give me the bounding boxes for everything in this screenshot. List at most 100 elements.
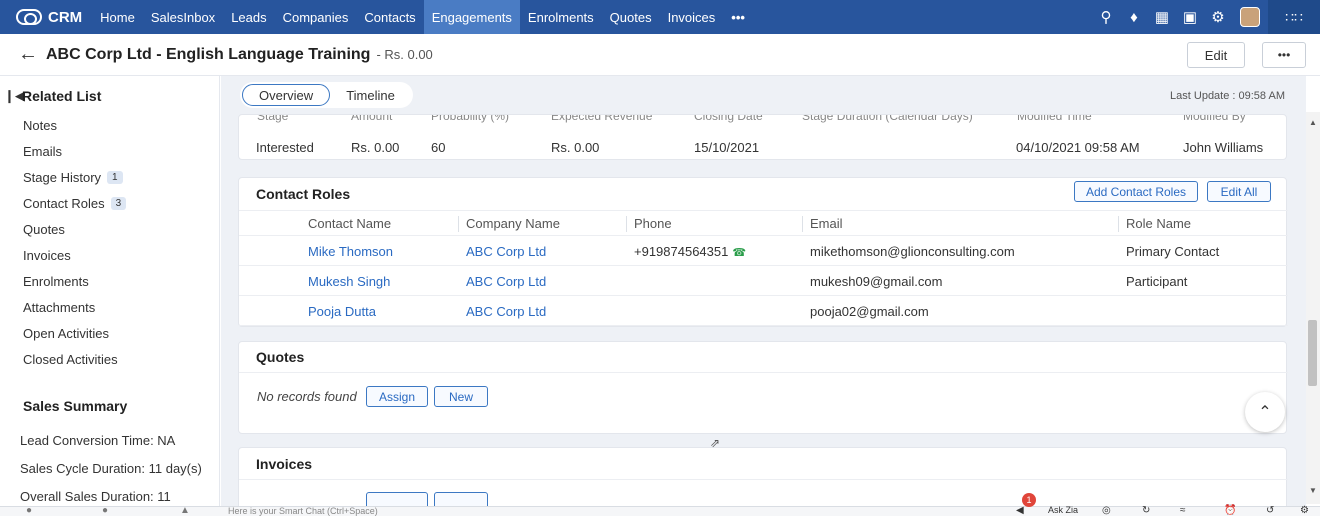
sidebar-item-enrolments[interactable]: Enrolments [23,274,89,289]
stage-history-column-header: Expected Revenue [551,114,653,123]
nav-item-enrolments[interactable]: Enrolments [520,0,602,34]
contact-name-link[interactable]: Pooja Dutta [308,304,376,319]
sidebar-item-contact-roles[interactable]: Contact Roles 3 [23,196,127,211]
crm-logo[interactable]: CRM [0,0,92,34]
nav-item-quotes[interactable]: Quotes [602,0,660,34]
history-icon[interactable]: ↺ [1266,505,1274,516]
add-contact-roles-button[interactable]: Add Contact Roles [1074,181,1198,202]
calendar-add-icon[interactable]: ▦ [1148,0,1176,34]
contact-roles-column-header[interactable]: Role Name [1126,216,1191,231]
column-divider[interactable] [626,216,627,232]
quotes-assign-button[interactable]: Assign [366,386,428,407]
invoices-card: Invoices [238,447,1288,506]
sidebar-item-quotes[interactable]: Quotes [23,222,65,237]
smart-chat-input[interactable]: Here is your Smart Chat (Ctrl+Space) [228,506,378,516]
announcement-icon[interactable]: ◀ [1016,505,1024,516]
sidebar-item-emails[interactable]: Emails [23,144,62,159]
column-divider[interactable] [458,216,459,232]
edit-all-button[interactable]: Edit All [1207,181,1271,202]
column-divider[interactable] [802,216,803,232]
scroll-up-arrow-icon[interactable]: ▲ [1309,118,1317,127]
user-icon[interactable]: ▲ [180,505,190,516]
ask-zia-button[interactable]: Ask Zia [1048,505,1078,515]
sidebar-item-closed-activities[interactable]: Closed Activities [23,352,118,367]
phone-call-icon[interactable]: ☎ [732,247,746,259]
cell-text: pooja02@gmail.com [810,304,929,319]
contact-roles-title: Contact Roles [256,186,351,202]
contact-roles-column-header[interactable]: Company Name [466,216,560,231]
scroll-to-top-button[interactable]: ⌃ [1245,392,1285,432]
nav-item-invoices[interactable]: Invoices [660,0,724,34]
company-name-link[interactable]: ABC Corp Ltd [466,244,546,259]
gear-icon[interactable]: ⚙ [1204,0,1232,34]
table-row[interactable]: Mike Thomson ABC Corp Ltd +919874564351 ☎ mi… [239,236,1288,266]
invoices-new-button[interactable] [434,492,488,506]
user-avatar[interactable] [1240,7,1260,27]
nav-item-engagements[interactable]: Engagements [423,0,520,34]
contact-roles-column-header[interactable]: Contact Name [308,216,391,231]
nav-item-home[interactable]: Home [92,0,143,34]
calendar-icon[interactable]: ▣ [1176,0,1204,34]
contact-name-link[interactable]: Mike Thomson [308,244,393,259]
column-divider[interactable] [1118,216,1119,232]
company-name-link[interactable]: ABC Corp Ltd [466,304,546,319]
nav-item-companies[interactable]: Companies [275,0,357,34]
sidebar-item-open-activities[interactable]: Open Activities [23,326,109,341]
sidebar-item-label: Stage History [23,170,102,185]
stage-history-cell: 15/10/2021 [694,140,760,155]
mouse-cursor-icon: ⇗ [710,436,721,450]
table-row[interactable]: Pooja Dutta ABC Corp Ltd pooja02@gmail.com [239,296,1288,326]
quotes-new-button[interactable]: New [434,386,488,407]
sidebar-item-label: Invoices [23,248,71,263]
stage-history-cell: 04/10/2021 09:58 AM [1016,140,1140,155]
stage-history-column-header: Amount [351,114,393,123]
settings-icon[interactable]: ⚙ [1300,505,1309,516]
record-header: ← ABC Corp Ltd - English Language Traini… [0,34,1320,76]
chat-icon[interactable]: ● [26,505,32,516]
quotes-empty-text: No records found [257,389,357,404]
scroll-down-arrow-icon[interactable]: ▼ [1309,486,1317,495]
cell-text: Pooja Dutta [308,304,376,319]
record-amount: - Rs. 0.00 [376,47,433,62]
sidebar-item-label: Quotes [23,222,65,237]
contact-roles-column-header[interactable]: Email [810,216,843,231]
search-icon[interactable]: ⚲ [1092,0,1120,34]
tab-overview[interactable]: Overview [242,84,331,106]
stage-history-column-header: Modified By [1183,114,1246,123]
back-arrow-icon[interactable]: ← [0,43,46,66]
app-grid-icon[interactable]: ∷∷ [1268,0,1320,34]
table-row[interactable]: Mukesh Singh ABC Corp Ltd mukesh09@gmail.c… [239,266,1288,296]
scrollbar-thumb[interactable] [1308,320,1317,386]
collapse-sidebar-icon[interactable]: ❙◀ [0,88,25,104]
sidebar-item-invoices[interactable]: Invoices [23,248,71,263]
sidebar-item-stage-history[interactable]: Stage History 1 [23,170,123,185]
contact-name-link[interactable]: Mukesh Singh [308,274,390,289]
sidebar-item-attachments[interactable]: Attachments [23,300,95,315]
related-list-sidebar: ❙◀ Related List Notes Emails Stage History… [0,76,220,506]
nav-item-leads[interactable]: Leads [223,0,274,34]
translate-icon[interactable]: ≈ [1180,505,1186,516]
tab-timeline[interactable]: Timeline [330,84,411,106]
nav-item-salesinbox[interactable]: SalesInbox [143,0,223,34]
stage-history-column-header: Closing Date [694,114,763,123]
company-name-link[interactable]: ABC Corp Ltd [466,274,546,289]
alarm-icon[interactable]: ⏰ [1224,505,1236,516]
bell-icon[interactable]: ♦ [1120,0,1148,34]
invoices-assign-button[interactable] [366,492,428,506]
contacts-icon[interactable]: ● [102,505,108,516]
sidebar-item-label: Open Activities [23,326,109,341]
nav-more-button[interactable]: ••• [723,0,753,34]
sales-summary-item: Lead Conversion Time: NA [20,433,176,448]
zia-icon[interactable]: ◎ [1102,505,1111,516]
cell-text: Participant [1126,274,1188,289]
crm-logo-icon [16,9,42,25]
stage-history-cell: John Williams [1183,140,1264,155]
nav-item-contacts[interactable]: Contacts [356,0,423,34]
edit-button[interactable]: Edit [1187,42,1245,68]
vertical-scrollbar[interactable]: ▲ ▼ [1306,112,1320,504]
count-badge: 3 [110,197,127,210]
contact-roles-column-header[interactable]: Phone [634,216,672,231]
more-actions-button[interactable]: ••• [1262,42,1306,68]
refresh-icon[interactable]: ↻ [1142,505,1150,516]
sidebar-item-notes[interactable]: Notes [23,118,57,133]
